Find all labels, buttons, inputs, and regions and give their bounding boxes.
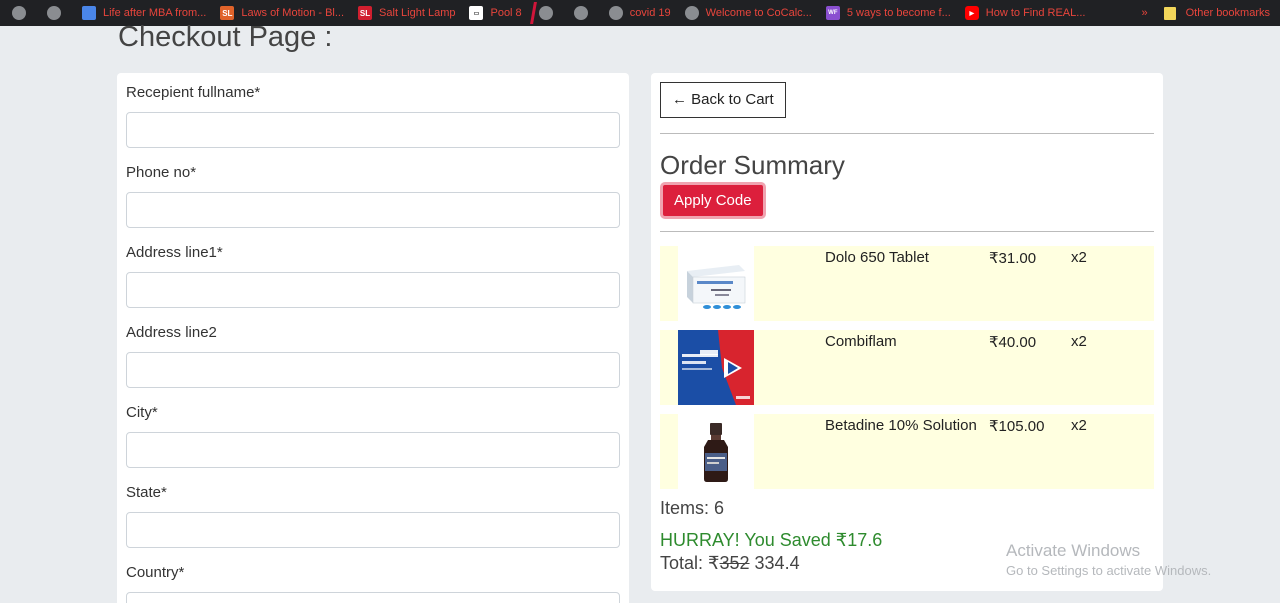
windows-activation-watermark: Activate Windows Go to Settings to activ… [1006,541,1211,578]
final-total: 334.4 [749,553,800,573]
state-label: State* [126,484,167,501]
watermark-title: Activate Windows [1006,541,1141,560]
globe-icon [47,6,61,20]
back-to-cart-button[interactable]: ← Back to Cart [660,82,786,118]
item-name: Betadine 10% Solution [825,417,977,434]
combiflam-box-image [678,330,754,405]
address2-label: Address line2 [126,324,217,341]
item-price: ₹105.00 [989,418,1045,435]
bookmark-11[interactable]: WF 5 ways to become f... [825,0,951,26]
fullname-label: Recepient fullname* [126,84,261,101]
pool-icon: ▭ [469,6,484,20]
state-input[interactable] [126,512,620,548]
bookmark-6[interactable]: ▭ Pool 8 [469,0,522,26]
bookmarks-right: » Other bookmarks [1142,0,1270,26]
original-total: 352 [719,553,750,573]
city-label: City* [126,404,158,421]
order-item: Combiflam ₹40.00 x2 [660,330,1154,405]
total-label: Total: ₹ [660,553,720,573]
field-fullname: Recepient fullname* [126,82,620,148]
globe-icon [12,6,26,20]
item-price: ₹40.00 [989,334,1037,351]
tablet-box-image [678,246,754,321]
bookmark-2[interactable] [47,0,68,26]
field-address2: Address line2 [126,322,620,388]
sl-icon: SL [358,6,373,20]
country-input[interactable] [126,592,620,603]
bookmark-9[interactable]: covid 19 [608,0,671,26]
order-item: Betadine 10% Solution ₹105.00 x2 [660,414,1154,489]
address1-label: Address line1* [126,244,223,261]
page-title: Checkout Page : [118,21,333,53]
bookmark-10[interactable]: Welcome to CoCalc... [684,0,812,26]
wf-icon: WF [825,6,840,20]
bookmark-8[interactable] [573,0,595,26]
order-summary-title: Order Summary [660,150,845,180]
item-price: ₹31.00 [989,250,1037,267]
folder-icon [1163,6,1176,20]
sl-icon: SL [220,6,235,20]
items-count: Items: 6 [660,498,725,518]
phone-label: Phone no* [126,164,197,181]
other-bookmarks-link[interactable]: Other bookmarks [1186,7,1270,19]
country-label: Country* [126,564,185,581]
bottle-image [678,414,754,489]
bookmark-12[interactable]: ▶ How to Find REAL... [964,0,1085,26]
globe-icon [573,6,588,20]
item-name: Combiflam [825,333,897,350]
field-address1: Address line1* [126,242,620,308]
phone-input[interactable] [126,192,620,228]
shipping-form: Recepient fullname* Phone no* Address li… [117,73,629,603]
bookmark-5[interactable]: SL Salt Light Lamp [358,0,455,26]
bookmark-1[interactable] [12,0,33,26]
field-country: Country* [126,562,620,603]
field-city: City* [126,402,620,468]
item-qty: x2 [1071,417,1087,434]
item-qty: x2 [1071,333,1087,350]
address1-input[interactable] [126,272,620,308]
apply-code-button[interactable]: Apply Code [660,182,766,219]
globe-icon [608,6,623,20]
field-state: State* [126,482,620,548]
google-docs-icon [82,6,96,20]
divider [660,133,1154,134]
bookmark-7[interactable] [538,0,560,26]
globe-icon [684,6,699,20]
watermark-subtitle: Go to Settings to activate Windows. [1006,563,1212,578]
item-qty: x2 [1071,249,1087,266]
address2-input[interactable] [126,352,620,388]
order-summary-card: ← Back to Cart Order Summary Apply Code [651,73,1163,591]
globe-icon [538,6,553,20]
tab-divider [529,2,537,24]
divider [660,231,1154,232]
fullname-input[interactable] [126,112,620,148]
field-phone: Phone no* [126,162,620,228]
city-input[interactable] [126,432,620,468]
order-item: Dolo 650 Tablet ₹31.00 x2 [660,246,1154,321]
more-bookmarks-chevron-icon[interactable]: » [1142,7,1148,19]
order-items-list: Dolo 650 Tablet ₹31.00 x2 Combiflam ₹40.… [660,246,1154,489]
youtube-icon: ▶ [964,6,979,20]
item-name: Dolo 650 Tablet [825,249,929,266]
